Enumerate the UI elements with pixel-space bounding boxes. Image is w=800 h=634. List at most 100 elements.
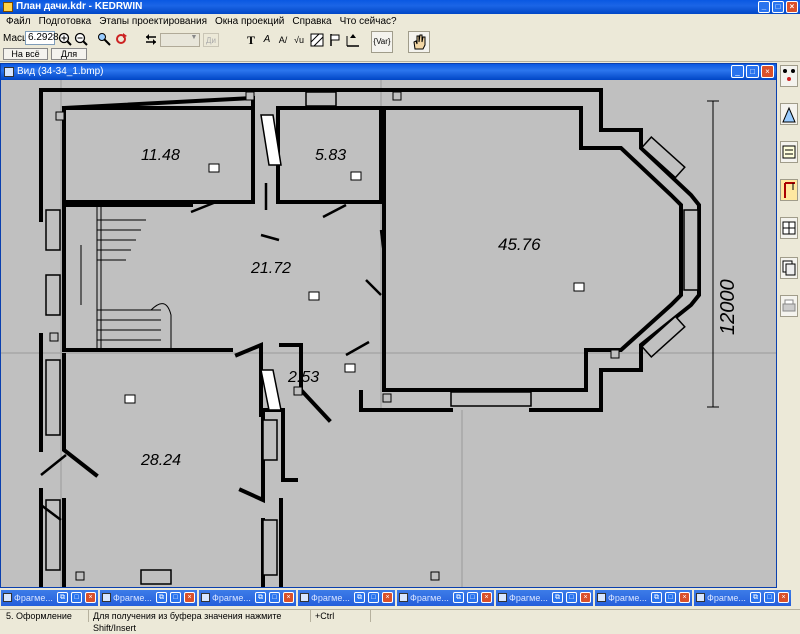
fragment-maximize-button[interactable]: □: [764, 592, 775, 603]
fragment-icon: [399, 593, 408, 602]
text-tool-button[interactable]: T: [243, 32, 259, 48]
view-minimize-button[interactable]: _: [731, 65, 744, 78]
fragment-restore-button[interactable]: ⧉: [255, 592, 266, 603]
room-label-2-53: 2.53: [287, 369, 319, 386]
floor-plan: 12000 11.48 5.83 45.76 21.72 2.53 28.24: [1, 80, 776, 587]
fragment-maximize-button[interactable]: □: [467, 592, 478, 603]
grid-snap-icon: [783, 69, 795, 81]
view-close-button[interactable]: ×: [761, 65, 774, 78]
fragment-close-button[interactable]: ×: [85, 592, 96, 603]
dimension-button[interactable]: [345, 32, 361, 48]
variable-button[interactable]: {Var}: [371, 31, 393, 53]
fragment-restore-button[interactable]: ⧉: [651, 592, 662, 603]
fragment-restore-button[interactable]: ⧉: [750, 592, 761, 603]
fragment-maximize-button[interactable]: □: [170, 592, 181, 603]
fragment-maximize-button[interactable]: □: [368, 592, 379, 603]
drawing-canvas[interactable]: 12000 11.48 5.83 45.76 21.72 2.53 28.24: [1, 80, 776, 587]
room-label-11-48: 11.48: [141, 147, 180, 164]
fragment-tab[interactable]: Фрагме... ⧉ □ ×: [100, 590, 197, 606]
view-window-title-bar: Вид (34-34_1.bmp) _ □ ×: [1, 64, 776, 80]
fragment-close-button[interactable]: ×: [679, 592, 690, 603]
fragment-maximize-button[interactable]: □: [566, 592, 577, 603]
table-icon: [782, 221, 796, 235]
refresh-button[interactable]: [113, 31, 129, 47]
text-style-button[interactable]: A/: [275, 32, 291, 48]
hand-button[interactable]: [408, 31, 430, 53]
view-tool-button[interactable]: [780, 103, 798, 125]
minimize-button[interactable]: _: [758, 1, 770, 13]
fragment-icon: [300, 593, 309, 602]
fragment-restore-button[interactable]: ⧉: [453, 592, 464, 603]
menu-file[interactable]: Файл: [2, 14, 35, 29]
right-toolbar: [778, 63, 800, 588]
menu-projection-windows[interactable]: Окна проекций: [211, 14, 288, 29]
fragment-close-button[interactable]: ×: [184, 592, 195, 603]
menu-help[interactable]: Справка: [288, 14, 335, 29]
print-button[interactable]: [780, 295, 798, 317]
fragment-restore-button[interactable]: ⧉: [57, 592, 68, 603]
fragment-restore-button[interactable]: ⧉: [552, 592, 563, 603]
text-block-button[interactable]: [780, 141, 798, 163]
pan-tool-button[interactable]: [96, 31, 112, 47]
fragment-close-button[interactable]: ×: [580, 592, 591, 603]
swap-arrows-icon: [146, 34, 156, 45]
maximize-button[interactable]: □: [772, 1, 784, 13]
hatch-icon: [310, 33, 324, 47]
fit-window-button[interactable]: На всё окно: [3, 48, 48, 70]
fragment-tab[interactable]: Фрагме... ⧉ □ ×: [298, 590, 395, 606]
fragment-tab[interactable]: Фрагме... ⧉ □ ×: [496, 590, 593, 606]
fragment-close-button[interactable]: ×: [778, 592, 789, 603]
fragment-close-button[interactable]: ×: [382, 592, 393, 603]
copy-fragment-icon: [782, 260, 796, 276]
hatch-button[interactable]: [309, 32, 325, 48]
scale-input[interactable]: 6.2928: [25, 31, 59, 45]
layer-combo[interactable]: ▼: [160, 33, 200, 47]
copy-fragment-button[interactable]: [780, 257, 798, 279]
fragment-icon: [498, 593, 507, 602]
text-angle-button[interactable]: A: [259, 32, 275, 48]
view-maximize-button[interactable]: □: [746, 65, 759, 78]
fragment-maximize-button[interactable]: □: [269, 592, 280, 603]
status-empty: [370, 610, 800, 622]
fragment-label: Фрагме...: [608, 593, 647, 603]
zoom-in-button[interactable]: [57, 31, 73, 47]
fragment-tab[interactable]: Фрагме... ⧉ □ ×: [199, 590, 296, 606]
fragment-maximize-button[interactable]: □: [665, 592, 676, 603]
fragment-restore-button[interactable]: ⧉: [354, 592, 365, 603]
refresh-icon: [116, 33, 127, 44]
fragment-close-button[interactable]: ×: [283, 592, 294, 603]
fragment-taskbar: Фрагме... ⧉ □ × Фрагме... ⧉ □ × Фрагме... ⧉ □ × Ф…: [0, 590, 800, 608]
menu-whats-now[interactable]: Что сейчас?: [336, 14, 401, 29]
math-root-button[interactable]: √u: [291, 32, 307, 48]
close-button[interactable]: ×: [786, 1, 798, 13]
for-all-button[interactable]: Для всех: [51, 48, 87, 70]
fragment-tab[interactable]: Фрагме... ⧉ □ ×: [1, 590, 98, 606]
text-tool-icon: T: [246, 33, 255, 47]
fragment-icon: [696, 593, 705, 602]
text-style-icon: A/: [278, 35, 288, 45]
menu-prepare[interactable]: Подготовка: [35, 14, 96, 29]
flag-icon: [330, 34, 340, 46]
fragment-restore-button[interactable]: ⧉: [156, 592, 167, 603]
swap-arrows-button[interactable]: [143, 31, 159, 47]
fragment-tab[interactable]: Фрагме... ⧉ □ ×: [397, 590, 494, 606]
dimension-icon: [346, 34, 359, 47]
crane-button[interactable]: [780, 179, 798, 201]
flag-button[interactable]: [327, 32, 343, 48]
table-button[interactable]: [780, 217, 798, 239]
fragment-tab[interactable]: Фрагме... ⧉ □ ×: [595, 590, 692, 606]
fragment-label: Фрагме...: [707, 593, 746, 603]
fragment-maximize-button[interactable]: □: [71, 592, 82, 603]
fragment-close-button[interactable]: ×: [481, 592, 492, 603]
chevron-down-icon: ▼: [190, 34, 198, 41]
crane-icon: [784, 182, 795, 198]
status-modifier: +Ctrl: [310, 610, 370, 622]
print-icon: [782, 299, 796, 312]
zoom-out-button[interactable]: [73, 31, 89, 47]
room-label-28-24: 28.24: [140, 452, 181, 469]
zoom-in-icon: [58, 32, 72, 46]
grid-snap-button[interactable]: [780, 65, 798, 87]
fragment-icon: [201, 593, 210, 602]
fragment-tab[interactable]: Фрагме... ⧉ □ ×: [694, 590, 791, 606]
menu-design-stages[interactable]: Этапы проектирования: [95, 14, 211, 29]
